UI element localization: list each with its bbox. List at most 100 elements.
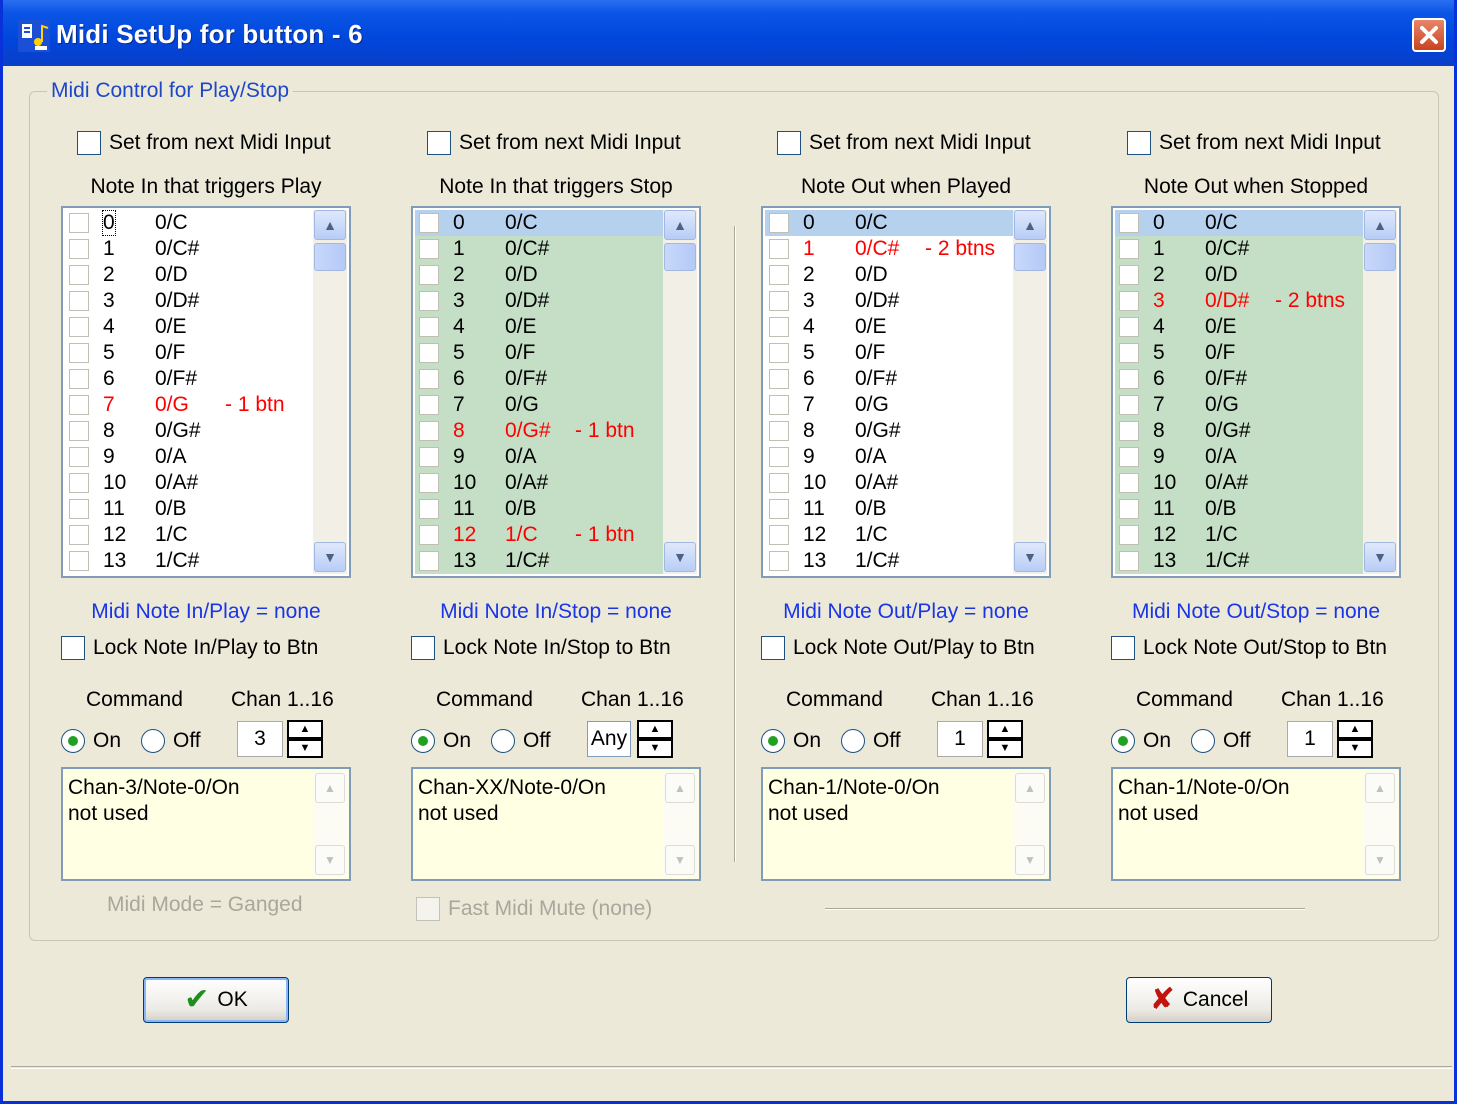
list-item-checkbox[interactable]	[419, 291, 439, 311]
scroll-up-icon[interactable]: ▲	[664, 210, 696, 240]
list-item-checkbox[interactable]	[1119, 525, 1139, 545]
stop-out-lock-checkbox[interactable]	[1111, 636, 1135, 660]
list-item-checkbox[interactable]	[1119, 421, 1139, 441]
title-bar[interactable]: Midi SetUp for button - 6	[3, 0, 1454, 66]
list-item[interactable]: 7 0/G	[1115, 392, 1363, 418]
play-in-chan-input[interactable]: 3	[237, 721, 283, 757]
list-item[interactable]: 10 0/A#	[65, 470, 313, 496]
spin-down-icon[interactable]: ▼	[637, 739, 673, 758]
scroll-down-icon[interactable]: ▼	[1364, 542, 1396, 572]
list-item-checkbox[interactable]	[1119, 317, 1139, 337]
list-item[interactable]: 12 1/C	[1115, 522, 1363, 548]
list-item[interactable]: 12 1/C	[65, 522, 313, 548]
list-item[interactable]: 7 0/G - 1 btn	[65, 392, 313, 418]
list-item-checkbox[interactable]	[69, 213, 89, 233]
list-item-checkbox[interactable]	[1119, 291, 1139, 311]
list-item-checkbox[interactable]	[419, 551, 439, 571]
list-item-checkbox[interactable]	[419, 421, 439, 441]
list-item[interactable]: 8 0/G#	[765, 418, 1013, 444]
list-item[interactable]: 10 0/A#	[765, 470, 1013, 496]
scroll-thumb[interactable]	[314, 243, 346, 271]
list-item[interactable]: 5 0/F	[65, 340, 313, 366]
list-item[interactable]: 2 0/D	[765, 262, 1013, 288]
scroll-up-icon[interactable]: ▲	[314, 210, 346, 240]
list-item[interactable]: 4 0/E	[1115, 314, 1363, 340]
scroll-down-icon[interactable]: ▼	[315, 845, 345, 875]
list-item[interactable]: 5 0/F	[1115, 340, 1363, 366]
list-item-checkbox[interactable]	[69, 343, 89, 363]
play-out-off-radio[interactable]	[841, 729, 865, 753]
list-item-checkbox[interactable]	[1119, 395, 1139, 415]
stop-out-list-scrollbar[interactable]: ▲ ▼	[1363, 210, 1397, 574]
play-out-note-list[interactable]: 0 0/C 1 0/C# - 2 btns 2 0/D 3 0/D# 4 0/E 5 0/F 6 0/F# 7…	[761, 206, 1051, 578]
list-item[interactable]: 1 0/C#	[1115, 236, 1363, 262]
scroll-up-icon[interactable]: ▲	[1015, 773, 1045, 803]
list-item-checkbox[interactable]	[769, 343, 789, 363]
list-item-checkbox[interactable]	[419, 343, 439, 363]
list-item-checkbox[interactable]	[1119, 239, 1139, 259]
play-out-midi-memo[interactable]: Chan-1/Note-0/On not used ▲ ▼	[761, 767, 1051, 881]
list-item[interactable]: 3 0/D#	[415, 288, 663, 314]
list-item[interactable]: 9 0/A	[1115, 444, 1363, 470]
list-item[interactable]: 3 0/D#	[65, 288, 313, 314]
list-item[interactable]: 2 0/D	[1115, 262, 1363, 288]
list-item-checkbox[interactable]	[769, 369, 789, 389]
list-item-checkbox[interactable]	[69, 369, 89, 389]
memo-scrollbar[interactable]: ▲ ▼	[663, 771, 697, 877]
list-item[interactable]: 11 0/B	[1115, 496, 1363, 522]
list-item[interactable]: 8 0/G# - 1 btn	[415, 418, 663, 444]
stop-out-midi-memo[interactable]: Chan-1/Note-0/On not used ▲ ▼	[1111, 767, 1401, 881]
list-item-checkbox[interactable]	[69, 317, 89, 337]
list-item[interactable]: 8 0/G#	[65, 418, 313, 444]
list-item[interactable]: 1 0/C#	[65, 236, 313, 262]
play-out-set-from-checkbox[interactable]	[777, 131, 801, 155]
stop-in-chan-input[interactable]: Any	[587, 721, 631, 757]
list-item-checkbox[interactable]	[1119, 447, 1139, 467]
play-in-chan-spinner[interactable]: ▲ ▼	[287, 720, 323, 758]
scroll-up-icon[interactable]: ▲	[1364, 210, 1396, 240]
list-item-checkbox[interactable]	[769, 499, 789, 519]
list-item[interactable]: 13 1/C#	[765, 548, 1013, 574]
memo-scrollbar[interactable]: ▲ ▼	[1013, 771, 1047, 877]
list-item[interactable]: 1 0/C# - 2 btns	[765, 236, 1013, 262]
scroll-down-icon[interactable]: ▼	[1014, 542, 1046, 572]
scroll-down-icon[interactable]: ▼	[314, 542, 346, 572]
list-item-checkbox[interactable]	[419, 213, 439, 233]
list-item[interactable]: 10 0/A#	[415, 470, 663, 496]
close-button[interactable]	[1412, 18, 1446, 52]
list-item-checkbox[interactable]	[69, 473, 89, 493]
list-item[interactable]: 3 0/D#	[765, 288, 1013, 314]
scroll-up-icon[interactable]: ▲	[315, 773, 345, 803]
stop-in-off-radio[interactable]	[491, 729, 515, 753]
play-in-lock-checkbox[interactable]	[61, 636, 85, 660]
stop-out-chan-input[interactable]: 1	[1287, 721, 1333, 757]
list-item-checkbox[interactable]	[769, 473, 789, 493]
list-item[interactable]: 5 0/F	[415, 340, 663, 366]
list-item[interactable]: 6 0/F#	[415, 366, 663, 392]
scroll-up-icon[interactable]: ▲	[665, 773, 695, 803]
list-item-checkbox[interactable]	[419, 525, 439, 545]
scroll-thumb[interactable]	[664, 243, 696, 271]
list-item-checkbox[interactable]	[419, 239, 439, 259]
list-item[interactable]: 11 0/B	[415, 496, 663, 522]
list-item[interactable]: 0 0/C	[415, 210, 663, 236]
stop-in-set-from-checkbox[interactable]	[427, 131, 451, 155]
cancel-button[interactable]: ✘ Cancel	[1126, 977, 1272, 1023]
list-item[interactable]: 9 0/A	[65, 444, 313, 470]
spin-up-icon[interactable]: ▲	[287, 720, 323, 739]
scroll-up-icon[interactable]: ▲	[1014, 210, 1046, 240]
list-item-checkbox[interactable]	[69, 291, 89, 311]
list-item[interactable]: 5 0/F	[765, 340, 1013, 366]
list-item[interactable]: 4 0/E	[765, 314, 1013, 340]
stop-out-note-list[interactable]: 0 0/C 1 0/C# 2 0/D 3 0/D# - 2 btns 4 0/E 5 0/F 6 0/F# 7…	[1111, 206, 1401, 578]
list-item[interactable]: 2 0/D	[65, 262, 313, 288]
list-item[interactable]: 9 0/A	[765, 444, 1013, 470]
list-item[interactable]: 9 0/A	[415, 444, 663, 470]
play-out-chan-spinner[interactable]: ▲ ▼	[987, 720, 1023, 758]
list-item-checkbox[interactable]	[1119, 213, 1139, 233]
list-item-checkbox[interactable]	[69, 395, 89, 415]
stop-in-list-scrollbar[interactable]: ▲ ▼	[663, 210, 697, 574]
stop-in-midi-memo[interactable]: Chan-XX/Note-0/On not used ▲ ▼	[411, 767, 701, 881]
ok-button[interactable]: ✔ OK	[143, 977, 289, 1023]
list-item-checkbox[interactable]	[769, 525, 789, 545]
